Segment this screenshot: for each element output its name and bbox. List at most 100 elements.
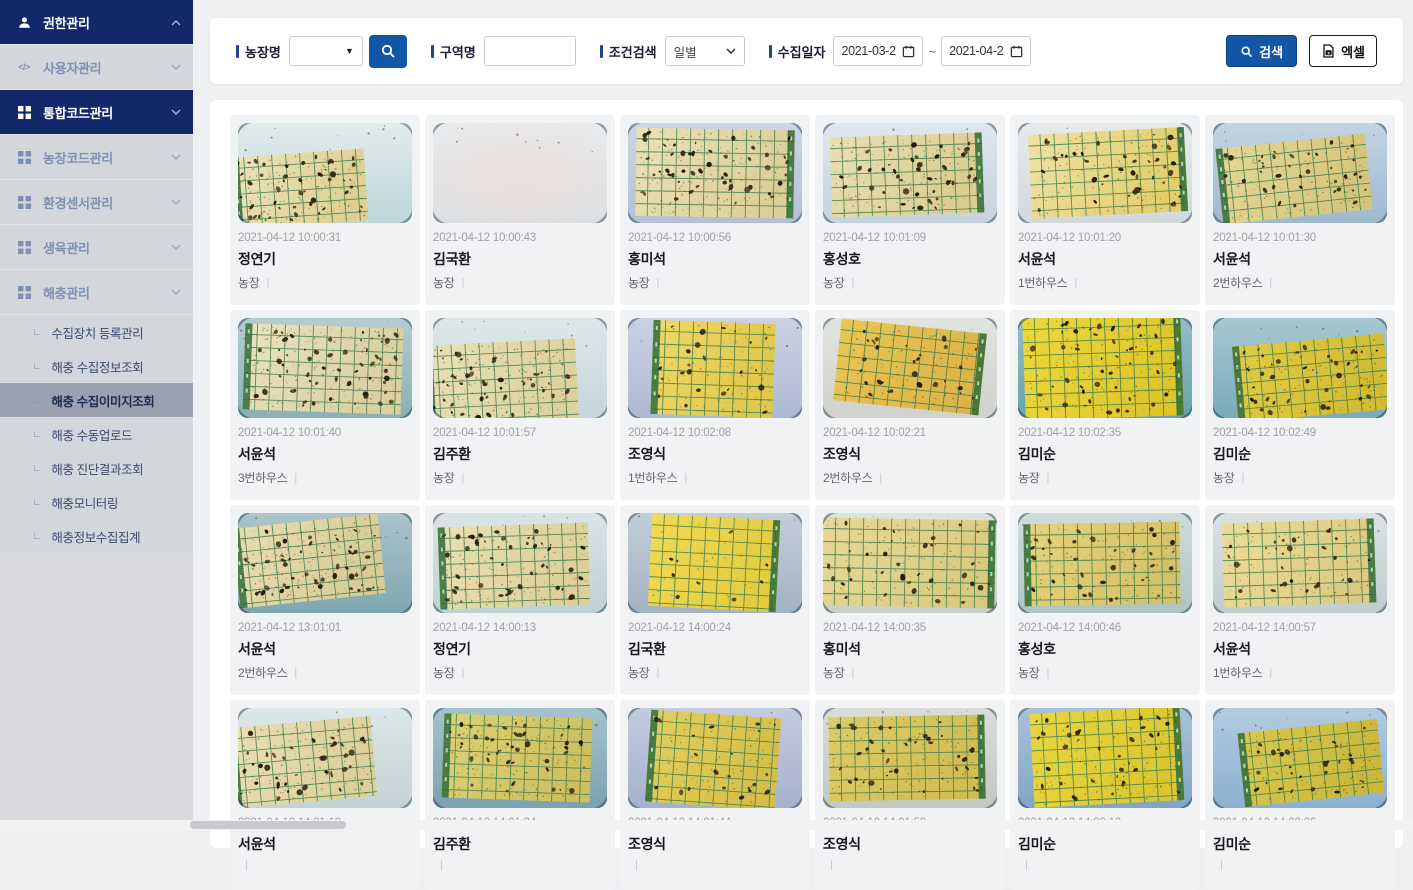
image-card[interactable]: 2021-04-12 14:00:46홍성호농장| <box>1010 505 1200 695</box>
image-card[interactable]: 2021-04-12 10:01:57김주환농장| <box>425 310 615 500</box>
chevron-down-icon <box>726 48 736 54</box>
image-card[interactable]: 2021-04-12 14:01:58조영식| <box>815 700 1005 890</box>
sidebar-subitem[interactable]: ∟해충 수집이미지조회 <box>0 383 193 417</box>
zone-name-input[interactable] <box>484 36 576 66</box>
date-to-input[interactable]: 2021-04-2 <box>941 36 1031 66</box>
image-card[interactable]: 2021-04-12 14:02:12김미순| <box>1010 700 1200 890</box>
condition-value: 일별 <box>674 42 726 61</box>
location-label: 농장| <box>1213 469 1387 486</box>
capture-timestamp: 2021-04-12 10:01:20 <box>1018 232 1192 244</box>
search-button[interactable]: 검색 <box>1226 35 1297 67</box>
grid-icon <box>16 150 32 164</box>
image-card[interactable]: 2021-04-12 14:00:57서윤석1번하우스| <box>1205 505 1395 695</box>
sidebar-subitem-label: 해충 수동업로드 <box>51 425 132 444</box>
excel-export-button[interactable]: x 엑셀 <box>1309 35 1377 67</box>
trap-photo <box>1213 318 1387 418</box>
divider: | <box>1269 277 1272 289</box>
divider: | <box>656 277 659 289</box>
sidebar-subitem[interactable]: ∟해충정보수집집계 <box>0 519 193 553</box>
farmer-name: 조영식 <box>628 444 802 464</box>
divider: | <box>879 472 882 484</box>
grid-icon <box>16 240 32 254</box>
image-card[interactable]: 2021-04-12 14:00:35홍미석농장| <box>815 505 1005 695</box>
location-label: 농장| <box>1018 664 1192 681</box>
calendar-icon <box>1010 45 1023 58</box>
farmer-name: 서윤석 <box>238 834 412 854</box>
location-label: 농장| <box>628 274 802 291</box>
trap-photo <box>433 708 607 808</box>
sidebar-item[interactable]: 환경센서관리 <box>0 180 193 225</box>
trap-photo <box>628 123 802 223</box>
sidebar-subitem[interactable]: ∟해충 수집정보조회 <box>0 349 193 383</box>
scrollbar-thumb[interactable] <box>190 821 346 829</box>
sidebar-item-label: 해충관리 <box>43 283 171 302</box>
divider: | <box>266 277 269 289</box>
farm-name-select[interactable]: ▼ <box>289 36 363 66</box>
capture-timestamp: 2021-04-12 10:01:40 <box>238 427 412 439</box>
location-label: | <box>238 859 412 871</box>
chevron-down-icon <box>171 109 181 116</box>
sidebar-subitem[interactable]: ∟수집장치 등록관리 <box>0 315 193 349</box>
label-accent-bar <box>769 45 772 58</box>
divider: | <box>851 277 854 289</box>
divider: | <box>1025 859 1028 871</box>
farm-search-button[interactable] <box>369 35 407 68</box>
image-card[interactable]: 2021-04-12 10:01:09홍성호농장| <box>815 115 1005 305</box>
sidebar-subitem[interactable]: ∟해충 진단결과조회 <box>0 451 193 485</box>
search-icon <box>380 43 396 59</box>
farmer-name: 정연기 <box>238 249 412 269</box>
sidebar-item[interactable]: 통합코드관리 <box>0 90 193 135</box>
sidebar-item[interactable]: </>사용자관리 <box>0 45 193 90</box>
image-card[interactable]: 2021-04-12 10:00:56홍미석농장| <box>620 115 810 305</box>
sidebar-subitem[interactable]: ∟해충 수동업로드 <box>0 417 193 451</box>
sidebar-item[interactable]: 권한관리 <box>0 0 193 45</box>
image-card[interactable]: 2021-04-12 14:01:19서윤석| <box>230 700 420 890</box>
image-card[interactable]: 2021-04-12 10:02:21조영식2번하우스| <box>815 310 1005 500</box>
image-card[interactable]: 2021-04-12 10:00:43김국환농장| <box>425 115 615 305</box>
image-card[interactable]: 2021-04-12 10:02:49김미순농장| <box>1205 310 1395 500</box>
image-card[interactable]: 2021-04-12 10:01:40서윤석3번하우스| <box>230 310 420 500</box>
divider: | <box>1241 472 1244 484</box>
sidebar-subitem-label: 해충 수집이미지조회 <box>51 391 154 410</box>
date-from-input[interactable]: 2021-03-2 <box>833 36 923 66</box>
farm-name-label: 농장명 <box>236 42 281 61</box>
capture-timestamp: 2021-04-12 14:00:46 <box>1018 622 1192 634</box>
divider: | <box>1046 472 1049 484</box>
location-label: 농장| <box>628 664 802 681</box>
location-label: 농장| <box>1018 469 1192 486</box>
chevron-down-icon <box>171 154 181 161</box>
location-label: 1번하우스| <box>1213 664 1387 681</box>
image-card[interactable]: 2021-04-12 10:02:35김미순농장| <box>1010 310 1200 500</box>
image-card[interactable]: 2021-04-12 13:01:01서윤석2번하우스| <box>230 505 420 695</box>
divider: | <box>461 277 464 289</box>
trap-photo <box>238 513 412 613</box>
condition-select[interactable]: 일별 <box>665 36 745 66</box>
farmer-name: 김국환 <box>628 639 802 659</box>
filter-bar: 농장명 ▼ 구역명 조건검색 일별 수집일자 2021-03-2 ~ 2021-… <box>210 18 1403 84</box>
divider: | <box>1046 667 1049 679</box>
image-card[interactable]: 2021-04-12 10:00:31정연기농장| <box>230 115 420 305</box>
sidebar-item[interactable]: 생육관리 <box>0 225 193 270</box>
image-card[interactable]: 2021-04-12 10:01:30서윤석2번하우스| <box>1205 115 1395 305</box>
image-card[interactable]: 2021-04-12 14:01:34김주환| <box>425 700 615 890</box>
farmer-name: 김미순 <box>1018 444 1192 464</box>
location-label: 농장| <box>433 274 607 291</box>
image-card[interactable]: 2021-04-12 10:01:20서윤석1번하우스| <box>1010 115 1200 305</box>
divider: | <box>245 859 248 871</box>
farmer-name: 김미순 <box>1018 834 1192 854</box>
trap-photo <box>1213 123 1387 223</box>
horizontal-scrollbar[interactable] <box>0 820 1413 830</box>
image-card[interactable]: 2021-04-12 14:01:44조영식| <box>620 700 810 890</box>
image-card[interactable]: 2021-04-12 14:02:26김미순| <box>1205 700 1395 890</box>
location-label: 농장| <box>433 469 607 486</box>
image-card[interactable]: 2021-04-12 14:00:24김국환농장| <box>620 505 810 695</box>
sidebar-item[interactable]: 농장코드관리 <box>0 135 193 180</box>
image-card[interactable]: 2021-04-12 10:02:08조영식1번하우스| <box>620 310 810 500</box>
trap-photo <box>823 123 997 223</box>
image-card[interactable]: 2021-04-12 14:00:13정연기농장| <box>425 505 615 695</box>
sidebar-item[interactable]: 해충관리 <box>0 270 193 315</box>
sidebar-item-label: 농장코드관리 <box>43 148 171 167</box>
trap-photo <box>628 318 802 418</box>
trap-photo <box>1018 318 1192 418</box>
sidebar-subitem[interactable]: ∟해충모니터링 <box>0 485 193 519</box>
